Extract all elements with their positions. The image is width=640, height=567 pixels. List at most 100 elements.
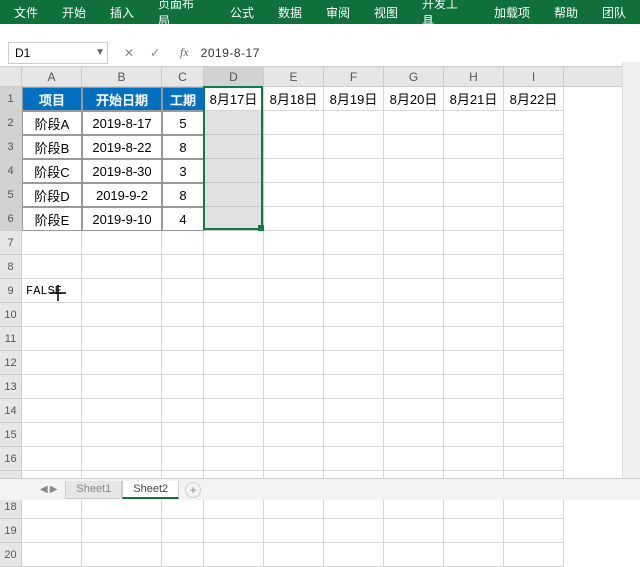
cell-E8[interactable] (264, 255, 324, 279)
cell-G9[interactable] (384, 279, 444, 303)
cell-H19[interactable] (444, 519, 504, 543)
cell-F2[interactable] (324, 111, 384, 135)
cell-D20[interactable] (204, 543, 264, 567)
cell-A8[interactable] (22, 255, 82, 279)
cell-B15[interactable] (82, 423, 162, 447)
cell-I15[interactable] (504, 423, 564, 447)
cell-I4[interactable] (504, 159, 564, 183)
cell-D6[interactable] (204, 207, 264, 231)
cell-C5[interactable]: 8 (162, 183, 204, 207)
cell-D19[interactable] (204, 519, 264, 543)
row-header-13[interactable]: 13 (0, 375, 22, 399)
cell-I7[interactable] (504, 231, 564, 255)
cell-B2[interactable]: 2019-8-17 (82, 111, 162, 135)
cell-H5[interactable] (444, 183, 504, 207)
cell-I3[interactable] (504, 135, 564, 159)
cell-E12[interactable] (264, 351, 324, 375)
cell-G1[interactable]: 8月20日 (384, 87, 444, 111)
cell-E16[interactable] (264, 447, 324, 471)
cell-G6[interactable] (384, 207, 444, 231)
cell-C3[interactable]: 8 (162, 135, 204, 159)
cell-D5[interactable] (204, 183, 264, 207)
row-header-6[interactable]: 6 (0, 207, 22, 231)
vertical-scrollbar[interactable] (622, 62, 640, 478)
col-header-G[interactable]: G (384, 67, 444, 86)
cell-G19[interactable] (384, 519, 444, 543)
cell-F1[interactable]: 8月19日 (324, 87, 384, 111)
cell-B19[interactable] (82, 519, 162, 543)
cell-D3[interactable] (204, 135, 264, 159)
ribbon-tab-4[interactable]: 公式 (218, 0, 266, 24)
cell-F19[interactable] (324, 519, 384, 543)
cell-D9[interactable] (204, 279, 264, 303)
row-header-11[interactable]: 11 (0, 327, 22, 351)
ribbon-tab-2[interactable]: 插入 (98, 0, 146, 24)
cell-C4[interactable]: 3 (162, 159, 204, 183)
cell-G13[interactable] (384, 375, 444, 399)
ribbon-tab-5[interactable]: 数据 (266, 0, 314, 24)
cell-H4[interactable] (444, 159, 504, 183)
cell-D4[interactable] (204, 159, 264, 183)
cell-E6[interactable] (264, 207, 324, 231)
cell-F5[interactable] (324, 183, 384, 207)
cell-I20[interactable] (504, 543, 564, 567)
row-header-4[interactable]: 4 (0, 159, 22, 183)
cell-F7[interactable] (324, 231, 384, 255)
cell-I13[interactable] (504, 375, 564, 399)
cell-C7[interactable] (162, 231, 204, 255)
cell-F20[interactable] (324, 543, 384, 567)
cell-I6[interactable] (504, 207, 564, 231)
cell-B11[interactable] (82, 327, 162, 351)
cell-C19[interactable] (162, 519, 204, 543)
cell-G10[interactable] (384, 303, 444, 327)
col-header-A[interactable]: A (22, 67, 82, 86)
cell-A9[interactable]: FALSE (22, 279, 82, 303)
cell-A14[interactable] (22, 399, 82, 423)
cell-C10[interactable] (162, 303, 204, 327)
row-header-3[interactable]: 3 (0, 135, 22, 159)
ribbon-tab-8[interactable]: 开发工具 (410, 0, 482, 24)
cell-E11[interactable] (264, 327, 324, 351)
cell-H16[interactable] (444, 447, 504, 471)
cell-B16[interactable] (82, 447, 162, 471)
cell-A7[interactable] (22, 231, 82, 255)
cell-E2[interactable] (264, 111, 324, 135)
col-header-F[interactable]: F (324, 67, 384, 86)
cell-B14[interactable] (82, 399, 162, 423)
cell-E1[interactable]: 8月18日 (264, 87, 324, 111)
cell-I2[interactable] (504, 111, 564, 135)
cell-F8[interactable] (324, 255, 384, 279)
fx-icon[interactable]: fx (180, 45, 189, 60)
cell-G5[interactable] (384, 183, 444, 207)
cell-G16[interactable] (384, 447, 444, 471)
cell-G2[interactable] (384, 111, 444, 135)
col-header-B[interactable]: B (82, 67, 162, 86)
ribbon-tab-7[interactable]: 视图 (362, 0, 410, 24)
cell-E19[interactable] (264, 519, 324, 543)
cell-H3[interactable] (444, 135, 504, 159)
cell-E15[interactable] (264, 423, 324, 447)
cell-D7[interactable] (204, 231, 264, 255)
cell-A3[interactable]: 阶段B (22, 135, 82, 159)
cell-C6[interactable]: 4 (162, 207, 204, 231)
cell-D16[interactable] (204, 447, 264, 471)
tab-nav-prev-icon[interactable]: ◀ (40, 484, 48, 495)
row-header-7[interactable]: 7 (0, 231, 22, 255)
cell-B10[interactable] (82, 303, 162, 327)
cell-E20[interactable] (264, 543, 324, 567)
cell-B7[interactable] (82, 231, 162, 255)
cell-E4[interactable] (264, 159, 324, 183)
cell-E3[interactable] (264, 135, 324, 159)
row-header-10[interactable]: 10 (0, 303, 22, 327)
row-header-1[interactable]: 1 (0, 87, 22, 111)
cell-H2[interactable] (444, 111, 504, 135)
row-header-20[interactable]: 20 (0, 543, 22, 567)
cell-G15[interactable] (384, 423, 444, 447)
cell-F11[interactable] (324, 327, 384, 351)
cell-B3[interactable]: 2019-8-22 (82, 135, 162, 159)
cell-F15[interactable] (324, 423, 384, 447)
cell-A19[interactable] (22, 519, 82, 543)
cell-I10[interactable] (504, 303, 564, 327)
col-header-D[interactable]: D (204, 67, 264, 86)
cell-B12[interactable] (82, 351, 162, 375)
